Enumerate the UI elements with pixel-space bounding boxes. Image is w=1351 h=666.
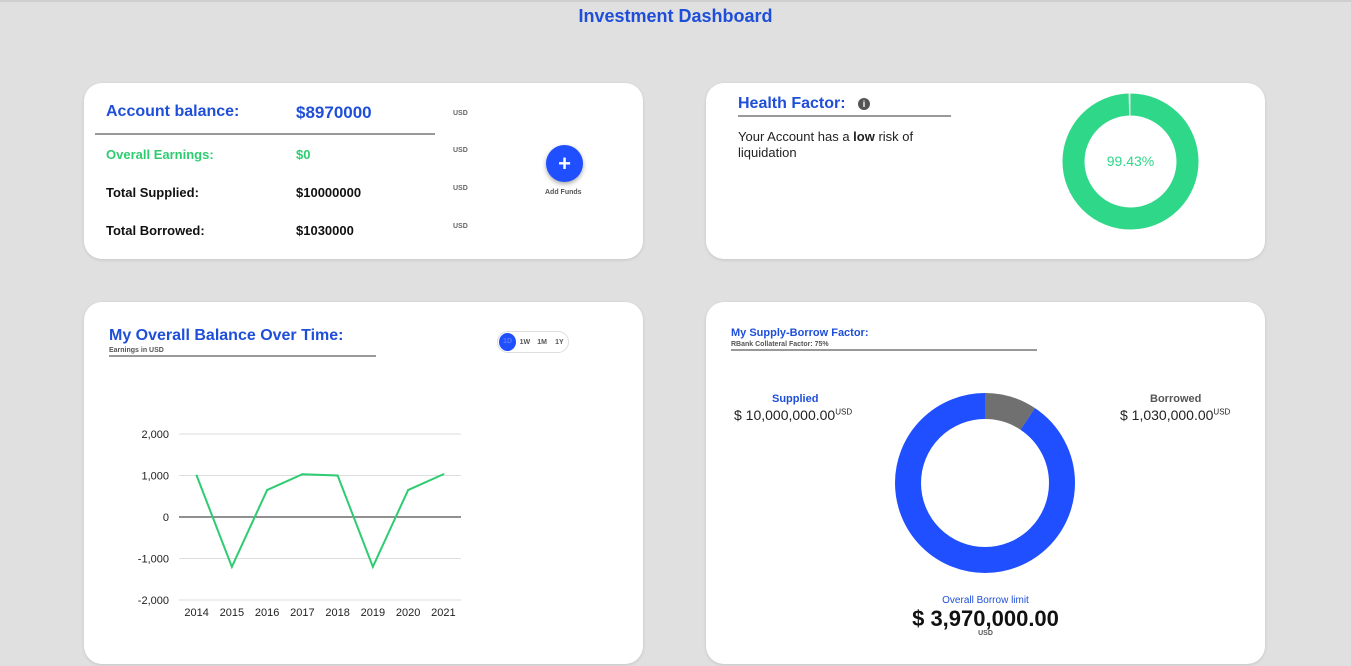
x-tick-label: 2019 (361, 607, 385, 619)
balance-divider (109, 355, 376, 357)
supplied-label: Supplied (772, 393, 819, 405)
borrowed-label: Borrowed (1150, 393, 1202, 405)
borrow-limit-label: Overall Borrow limit (942, 595, 1029, 606)
supply-borrow-divider (731, 349, 1037, 351)
supply-borrow-title: My Supply-Borrow Factor: (731, 327, 869, 339)
x-tick-label: 2021 (431, 607, 455, 619)
total-borrowed-currency: USD (453, 223, 468, 230)
series-line (195, 473, 444, 570)
x-tick-label: 2015 (220, 607, 244, 619)
collateral-factor-subtitle: RBank Collateral Factor: 75% (731, 341, 829, 348)
health-percent-label: 99.43% (1107, 153, 1154, 169)
total-supplied-value: $10000000 (296, 185, 362, 200)
borrow-limit-currency: USD (978, 630, 993, 637)
overall-earnings-label: Overall Earnings: (106, 147, 214, 162)
account-balance-label: Account balance: (106, 103, 240, 120)
total-borrowed-value: $1030000 (296, 223, 354, 238)
supplied-value: $ 10,000,000.00USD (734, 407, 853, 423)
data-point (230, 565, 233, 568)
health-factor-donut: 99.43% (1062, 93, 1199, 230)
data-point (371, 565, 374, 568)
y-tick-label: -1,000 (138, 554, 169, 566)
data-point (442, 473, 445, 476)
add-funds-button[interactable]: + (546, 145, 583, 182)
y-tick-label: 1,000 (141, 471, 169, 483)
add-funds-label: Add Funds (545, 189, 582, 196)
supplied-arc (895, 393, 1075, 573)
y-tick-label: -2,000 (138, 595, 169, 607)
info-icon[interactable]: i (858, 98, 870, 110)
range-1d-button[interactable]: 1D (499, 333, 517, 351)
supply-borrow-donut (895, 393, 1075, 573)
plus-icon: + (558, 150, 571, 176)
supply-borrow-card: My Supply-Borrow Factor: RBank Collatera… (706, 302, 1265, 664)
data-point (266, 489, 269, 492)
data-point (301, 473, 304, 476)
time-range-toggle: 1D 1W 1M 1Y (497, 331, 569, 353)
account-summary-card: Account balance: $8970000 USD Overall Ea… (84, 83, 643, 259)
overall-earnings-currency: USD (453, 147, 468, 154)
risk-level: low (853, 129, 875, 144)
overall-earnings-value: $0 (296, 147, 311, 162)
health-risk-text: Your Account has a low risk of liquidati… (738, 129, 914, 160)
x-tick-label: 2016 (255, 607, 279, 619)
account-divider (95, 133, 435, 135)
health-divider (738, 115, 951, 117)
x-tick-label: 2018 (325, 607, 349, 619)
borrowed-value: $ 1,030,000.00USD (1120, 407, 1231, 423)
y-tick-label: 2,000 (141, 429, 169, 441)
y-tick-label: 0 (163, 512, 169, 524)
balance-chart-title: My Overall Balance Over Time: (109, 327, 344, 344)
account-balance-value: $8970000 (296, 103, 372, 122)
x-tick-label: 2017 (290, 607, 314, 619)
health-factor-card: Health Factor: i Your Account has a low … (706, 83, 1265, 259)
page-title: Investment Dashboard (578, 6, 773, 26)
total-supplied-label: Total Supplied: (106, 185, 199, 200)
x-tick-label: 2020 (396, 607, 420, 619)
balance-line-chart: 2,000 1,000 0 -1,000 -2,000 2014 2015 2016 2017 2… (138, 429, 461, 619)
data-point (336, 474, 339, 477)
total-supplied-currency: USD (453, 185, 468, 192)
account-balance-currency: USD (453, 110, 468, 117)
range-1m-button[interactable]: 1M (534, 339, 551, 346)
borrow-limit-value: $ 3,970,000.00 (912, 606, 1059, 631)
balance-over-time-card: My Overall Balance Over Time: Earnings i… (84, 302, 643, 664)
data-point (195, 474, 198, 477)
data-point (407, 489, 410, 492)
range-1y-button[interactable]: 1Y (551, 339, 568, 346)
range-1w-button[interactable]: 1W (516, 339, 533, 346)
total-borrowed-label: Total Borrowed: (106, 223, 205, 238)
x-tick-label: 2014 (184, 607, 208, 619)
balance-chart-subtitle: Earnings in USD (109, 347, 164, 354)
health-factor-title: Health Factor: (738, 95, 846, 112)
